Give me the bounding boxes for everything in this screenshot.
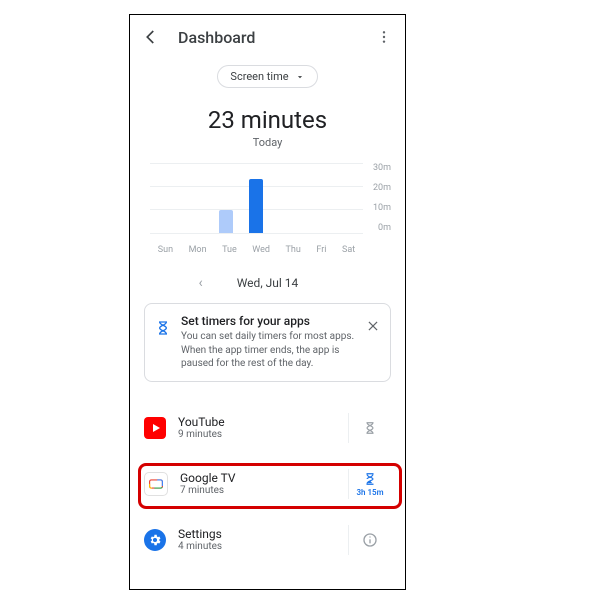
chart-x-label: Sat	[342, 245, 355, 255]
chart-x-label: Fri	[316, 245, 326, 255]
current-date-label: Wed, Jul 14	[237, 276, 299, 290]
app-name: YouTube	[178, 415, 348, 429]
chart-y-label: 20m	[373, 183, 391, 193]
edit-timer-button[interactable]: 3h 15m	[348, 469, 391, 499]
usage-chart: 30m 20m 10m 0m Sun Mon Tue Wed Thu Fri Sat	[144, 163, 391, 255]
chart-y-label: 0m	[373, 223, 391, 233]
tip-title: Set timers for your apps	[181, 314, 356, 328]
back-button[interactable]	[140, 26, 162, 48]
hourglass-icon	[155, 318, 171, 342]
google-tv-icon	[144, 472, 168, 496]
chart-x-label: Wed	[252, 245, 270, 255]
page-title: Dashboard	[178, 28, 373, 47]
set-timer-button[interactable]	[348, 413, 391, 443]
total-time-value: 23 minutes	[130, 106, 405, 134]
app-usage: 9 minutes	[178, 429, 348, 440]
timer-value: 3h 15m	[356, 488, 383, 497]
app-name: Settings	[178, 527, 348, 541]
chart-x-label: Tue	[222, 245, 237, 255]
info-button[interactable]	[348, 525, 391, 555]
overflow-menu-button[interactable]	[373, 26, 395, 48]
chart-bar	[249, 179, 263, 233]
prev-day-button[interactable]: ‹	[199, 275, 203, 291]
chevron-down-icon	[295, 72, 305, 82]
filter-dropdown[interactable]: Screen time	[217, 65, 317, 88]
tip-body: You can set daily timers for most apps. …	[181, 330, 356, 371]
total-time-period: Today	[130, 136, 405, 149]
youtube-icon	[144, 417, 166, 439]
app-row-youtube[interactable]: YouTube 9 minutes	[130, 400, 405, 456]
filter-label: Screen time	[230, 70, 288, 83]
chart-y-label: 10m	[373, 203, 391, 213]
chart-y-label: 30m	[373, 163, 391, 173]
chart-x-label: Mon	[189, 245, 207, 255]
app-name: Google TV	[180, 471, 348, 485]
tip-card: Set timers for your apps You can set dai…	[144, 303, 391, 382]
chart-x-label: Sun	[158, 245, 173, 255]
chart-x-label: Thu	[286, 245, 301, 255]
chart-bar	[219, 210, 233, 233]
settings-icon	[144, 529, 166, 551]
app-usage: 4 minutes	[178, 541, 348, 552]
dismiss-tip-button[interactable]	[366, 318, 380, 337]
app-row-settings[interactable]: Settings 4 minutes	[130, 512, 405, 568]
app-usage: 7 minutes	[180, 485, 348, 496]
app-row-googletv[interactable]: Google TV 7 minutes 3h 15m	[130, 456, 405, 512]
